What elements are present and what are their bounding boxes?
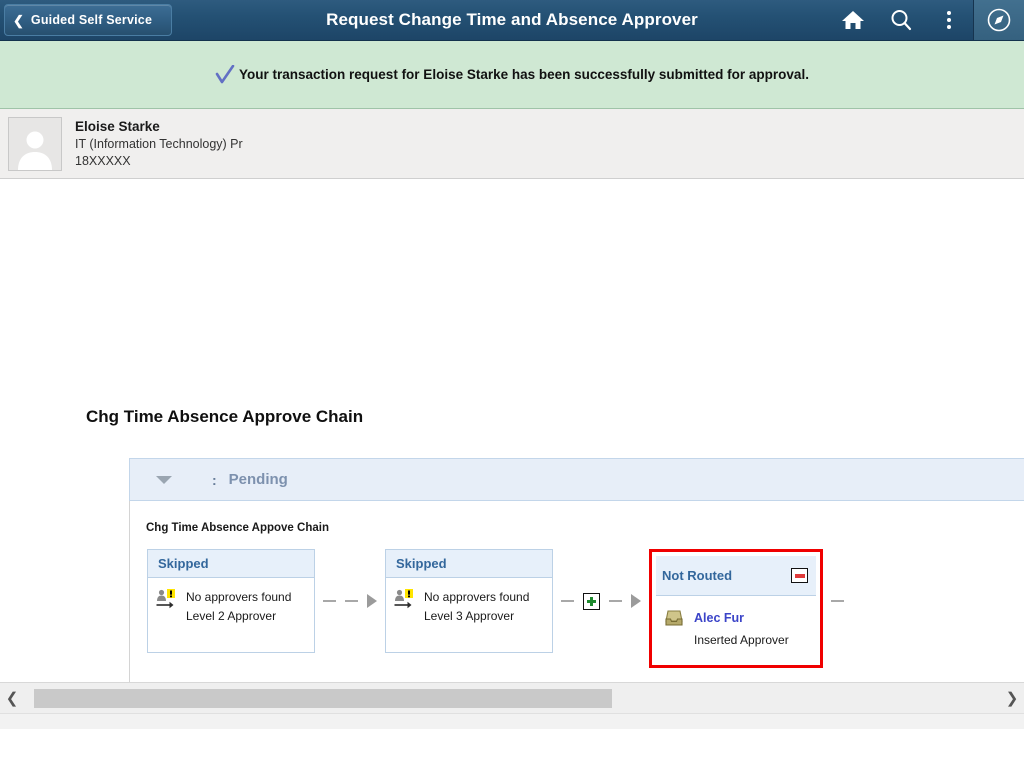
actions-menu-icon[interactable]	[925, 0, 973, 40]
success-message-bar: Your transaction request for Eloise Star…	[0, 41, 1024, 109]
stage-separator: :	[212, 471, 217, 488]
chevron-left-icon: ❮	[13, 12, 24, 28]
approval-node-body: No approvers found Level 3 Approver	[386, 578, 552, 637]
chain-connector-1	[315, 549, 385, 653]
scroll-left-button[interactable]: ❮	[0, 689, 24, 707]
connector-dash	[609, 600, 622, 602]
approval-node-not-routed[interactable]: Not Routed Alec Fur Inserted Approver	[656, 556, 816, 662]
nav-bar-icon[interactable]	[973, 0, 1024, 40]
approval-node-text: Alec Fur Inserted Approver	[694, 606, 789, 649]
employee-name: Eloise Starke	[75, 118, 160, 134]
app-header: ❮ Guided Self Service Request Change Tim…	[0, 0, 1024, 41]
back-button[interactable]: ❮ Guided Self Service	[4, 4, 172, 36]
footer-area: ❮ ❯	[0, 682, 1024, 729]
scrollbar-thumb[interactable]	[34, 689, 612, 708]
approval-node-skipped-level2[interactable]: Skipped No approvers found Level 2 Appro…	[147, 549, 315, 653]
horizontal-scrollbar[interactable]: ❮ ❯	[0, 683, 1024, 714]
vertical-dots-icon	[947, 11, 951, 29]
connector-dash	[831, 600, 844, 602]
page-title: Chg Time Absence Approve Chain	[86, 407, 364, 426]
approval-chain-panel: Chg Time Absence Appove Chain Skipped No…	[129, 501, 1024, 682]
connector-dash	[323, 600, 336, 602]
approval-node-line2: Level 3 Approver	[424, 608, 515, 623]
header-icon-group	[829, 0, 1024, 40]
approver-name-link[interactable]: Alec Fur	[694, 611, 744, 625]
approval-chain-label: Chg Time Absence Appove Chain	[146, 522, 329, 534]
chain-connector-2	[553, 549, 649, 653]
approval-node-status: Not Routed	[662, 568, 733, 583]
scroll-right-button[interactable]: ❯	[1000, 689, 1024, 707]
main-content: Chg Time Absence Approve Chain : Pending…	[0, 179, 1024, 682]
approval-node-line1: No approvers found	[186, 590, 292, 604]
approval-node-status: Skipped	[158, 556, 209, 571]
insert-approver-button[interactable]	[583, 592, 600, 610]
approval-node-body: No approvers found Level 2 Approver	[148, 578, 314, 637]
connector-dash	[561, 600, 574, 602]
approval-node-skipped-level3[interactable]: Skipped No approvers found Level 3 Appro…	[385, 549, 553, 653]
approval-node-header: Skipped	[386, 550, 552, 578]
connector-arrow-icon	[631, 594, 641, 608]
search-icon[interactable]	[877, 0, 925, 40]
remove-approver-button[interactable]	[791, 568, 808, 583]
approver-skipped-icon	[156, 589, 175, 609]
approval-node-body: Alec Fur Inserted Approver	[656, 596, 816, 661]
approval-node-text: No approvers found Level 3 Approver	[424, 588, 529, 625]
chevron-down-icon[interactable]	[156, 475, 172, 484]
approval-node-header: Skipped	[148, 550, 314, 578]
approval-node-line2: Inserted Approver	[694, 632, 789, 647]
chain-connector-trailing	[823, 549, 852, 653]
home-icon[interactable]	[829, 0, 877, 40]
stage-status-label: Pending	[228, 471, 288, 488]
approval-chain-row: Skipped No approvers found Level 2 Appro…	[130, 549, 1024, 682]
approval-node-not-routed-highlight: Not Routed Alec Fur Inserted Approver	[649, 549, 823, 669]
approval-node-line1: No approvers found	[424, 590, 530, 604]
success-message-inner: Your transaction request for Eloise Star…	[215, 64, 809, 85]
approval-node-header: Not Routed	[656, 556, 816, 596]
connector-arrow-icon	[367, 594, 377, 608]
approval-stage-header[interactable]: : Pending	[129, 458, 1024, 501]
employee-summary-panel: Eloise Starke IT (Information Technology…	[0, 109, 1024, 179]
approval-node-status: Skipped	[396, 556, 447, 571]
employee-info: Eloise Starke IT (Information Technology…	[75, 118, 243, 170]
employee-department: IT (Information Technology) Pr	[75, 136, 243, 151]
inbox-tray-icon	[665, 610, 683, 626]
minus-icon	[794, 573, 805, 578]
checkmark-icon	[215, 64, 235, 83]
approval-node-line2: Level 2 Approver	[186, 608, 277, 623]
approval-node-text: No approvers found Level 2 Approver	[186, 588, 291, 625]
scrollbar-track[interactable]	[24, 687, 1000, 709]
back-button-label: Guided Self Service	[30, 13, 153, 27]
approver-skipped-icon	[394, 589, 413, 609]
success-message-text: Your transaction request for Eloise Star…	[239, 67, 809, 82]
employee-id: 18XXXXX	[75, 153, 131, 168]
avatar	[8, 116, 62, 171]
person-avatar-icon	[18, 131, 52, 170]
connector-dash	[345, 600, 358, 602]
